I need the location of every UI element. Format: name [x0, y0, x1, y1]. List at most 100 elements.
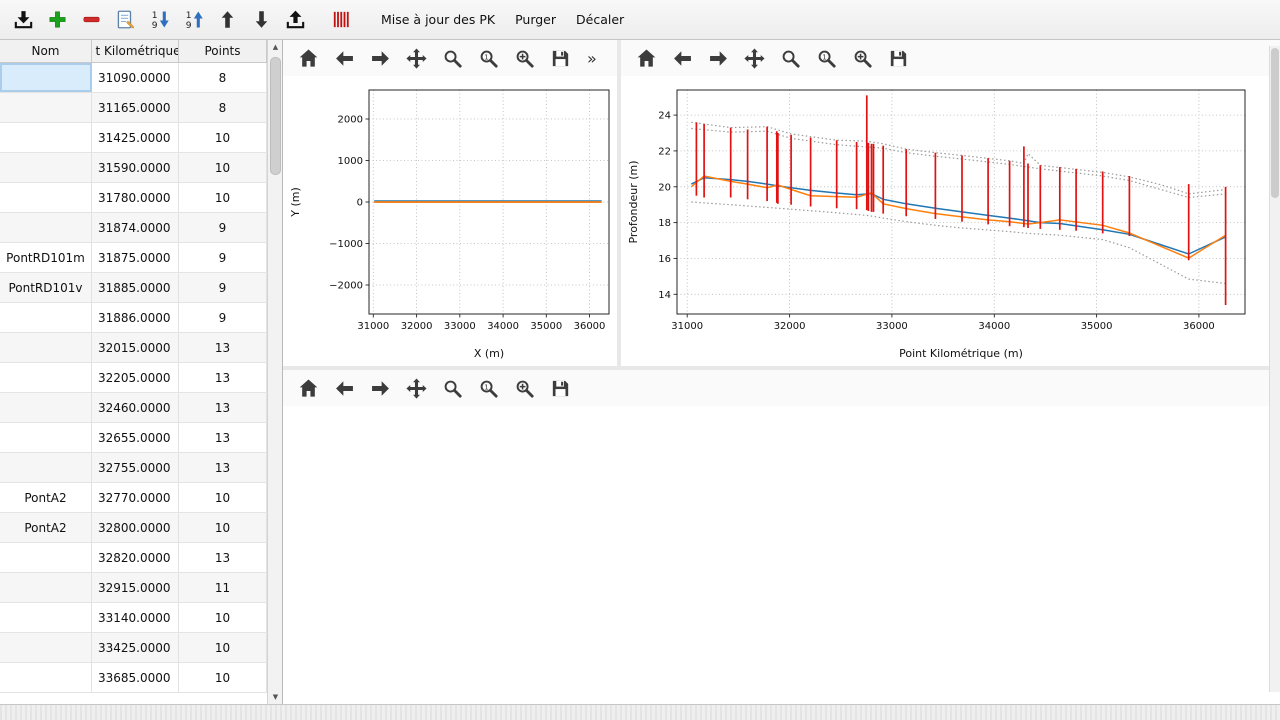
home-button[interactable]	[295, 375, 321, 401]
export-button[interactable]	[280, 5, 310, 35]
pan-button[interactable]	[741, 45, 767, 71]
right-scrollbar-thumb[interactable]	[1271, 48, 1279, 198]
cell-nom[interactable]	[0, 663, 92, 692]
back-button[interactable]	[331, 45, 357, 71]
cell-point-kilometrique[interactable]: 33425.0000	[92, 633, 179, 662]
profile-plot-canvas[interactable]: 3100032000330003400035000360001416182022…	[621, 76, 1280, 366]
toolbar-overflow-chevron[interactable]: »	[587, 49, 597, 68]
cell-nom[interactable]	[0, 333, 92, 362]
xy-plot-canvas[interactable]: 310003200033000340003500036000−2000−1000…	[283, 76, 617, 366]
cell-point-kilometrique[interactable]: 32205.0000	[92, 363, 179, 392]
back-button[interactable]	[331, 375, 357, 401]
sort-asc-button[interactable]	[178, 5, 208, 35]
cell-nom[interactable]	[0, 183, 92, 212]
pan-button[interactable]	[403, 375, 429, 401]
cell-nom[interactable]	[0, 93, 92, 122]
cell-point-kilometrique[interactable]: 31885.0000	[92, 273, 179, 302]
cell-points[interactable]: 13	[179, 333, 267, 362]
cell-points[interactable]: 10	[179, 183, 267, 212]
cell-points[interactable]: 13	[179, 393, 267, 422]
mise-a-jour-pk-button[interactable]: Mise à jour des PK	[372, 7, 504, 32]
zoom-rect-button[interactable]	[849, 45, 875, 71]
sort-desc-button[interactable]	[144, 5, 174, 35]
cell-points[interactable]: 10	[179, 603, 267, 632]
cell-point-kilometrique[interactable]: 32755.0000	[92, 453, 179, 482]
cell-nom[interactable]	[0, 603, 92, 632]
cell-nom[interactable]	[0, 213, 92, 242]
bottom-plot-canvas[interactable]	[283, 406, 1280, 704]
cell-point-kilometrique[interactable]: 32800.0000	[92, 513, 179, 542]
cell-point-kilometrique[interactable]: 32915.0000	[92, 573, 179, 602]
pan-button[interactable]	[403, 45, 429, 71]
cell-points[interactable]: 8	[179, 63, 267, 92]
cell-nom[interactable]	[0, 423, 92, 452]
home-button[interactable]	[633, 45, 659, 71]
zoom-rect-button[interactable]	[511, 375, 537, 401]
move-up-button[interactable]	[212, 5, 242, 35]
cell-nom[interactable]	[0, 453, 92, 482]
forward-button[interactable]	[705, 45, 731, 71]
cell-points[interactable]: 13	[179, 543, 267, 572]
cell-nom[interactable]	[0, 63, 92, 92]
zoom-button[interactable]	[439, 45, 465, 71]
cell-nom[interactable]: PontA2	[0, 513, 92, 542]
cell-point-kilometrique[interactable]: 33685.0000	[92, 663, 179, 692]
edit-list-button[interactable]	[110, 5, 140, 35]
scroll-up-icon[interactable]: ▲	[268, 40, 282, 54]
cell-nom[interactable]: PontRD101m	[0, 243, 92, 272]
col-header-nom[interactable]: Nom	[0, 40, 92, 62]
cell-points[interactable]: 9	[179, 303, 267, 332]
forward-button[interactable]	[367, 375, 393, 401]
cell-nom[interactable]	[0, 123, 92, 152]
zoom-button[interactable]	[439, 375, 465, 401]
cell-point-kilometrique[interactable]: 32655.0000	[92, 423, 179, 452]
cell-point-kilometrique[interactable]: 31780.0000	[92, 183, 179, 212]
cell-points[interactable]: 10	[179, 153, 267, 182]
zoom-rect-button[interactable]	[511, 45, 537, 71]
cell-point-kilometrique[interactable]: 31425.0000	[92, 123, 179, 152]
zoom-button[interactable]	[777, 45, 803, 71]
cell-point-kilometrique[interactable]: 31874.0000	[92, 213, 179, 242]
save-button[interactable]	[547, 45, 573, 71]
zoom-one-button[interactable]	[475, 45, 501, 71]
cell-nom[interactable]	[0, 393, 92, 422]
purger-button[interactable]: Purger	[506, 7, 565, 32]
cell-points[interactable]: 9	[179, 243, 267, 272]
col-header-point-kilometrique[interactable]: t Kilométrique	[92, 40, 179, 62]
zoom-one-button[interactable]	[813, 45, 839, 71]
import-button[interactable]	[8, 5, 38, 35]
cell-points[interactable]: 8	[179, 93, 267, 122]
cell-nom[interactable]	[0, 573, 92, 602]
cell-points[interactable]: 10	[179, 633, 267, 662]
save-button[interactable]	[885, 45, 911, 71]
cell-point-kilometrique[interactable]: 31886.0000	[92, 303, 179, 332]
right-scrollbar[interactable]	[1269, 46, 1280, 692]
decaler-button[interactable]: Décaler	[567, 7, 633, 32]
forward-button[interactable]	[367, 45, 393, 71]
cell-nom[interactable]	[0, 363, 92, 392]
cell-points[interactable]: 13	[179, 363, 267, 392]
cell-point-kilometrique[interactable]: 32770.0000	[92, 483, 179, 512]
zoom-one-button[interactable]	[475, 375, 501, 401]
cell-nom[interactable]	[0, 633, 92, 662]
col-header-points[interactable]: Points	[179, 40, 267, 62]
cell-points[interactable]: 13	[179, 423, 267, 452]
home-button[interactable]	[295, 45, 321, 71]
cell-point-kilometrique[interactable]: 33140.0000	[92, 603, 179, 632]
cell-nom[interactable]	[0, 153, 92, 182]
cell-point-kilometrique[interactable]: 31875.0000	[92, 243, 179, 272]
cell-nom[interactable]	[0, 303, 92, 332]
add-button[interactable]	[42, 5, 72, 35]
scroll-down-icon[interactable]: ▼	[268, 690, 282, 704]
cell-nom[interactable]: PontRD101v	[0, 273, 92, 302]
back-button[interactable]	[669, 45, 695, 71]
cell-points[interactable]: 10	[179, 663, 267, 692]
cell-points[interactable]: 11	[179, 573, 267, 602]
cell-points[interactable]: 10	[179, 513, 267, 542]
cell-point-kilometrique[interactable]: 32820.0000	[92, 543, 179, 572]
cell-points[interactable]: 9	[179, 213, 267, 242]
table-scrollbar[interactable]: ▲ ▼	[267, 40, 282, 704]
cell-point-kilometrique[interactable]: 31090.0000	[92, 63, 179, 92]
move-down-button[interactable]	[246, 5, 276, 35]
cell-point-kilometrique[interactable]: 32015.0000	[92, 333, 179, 362]
